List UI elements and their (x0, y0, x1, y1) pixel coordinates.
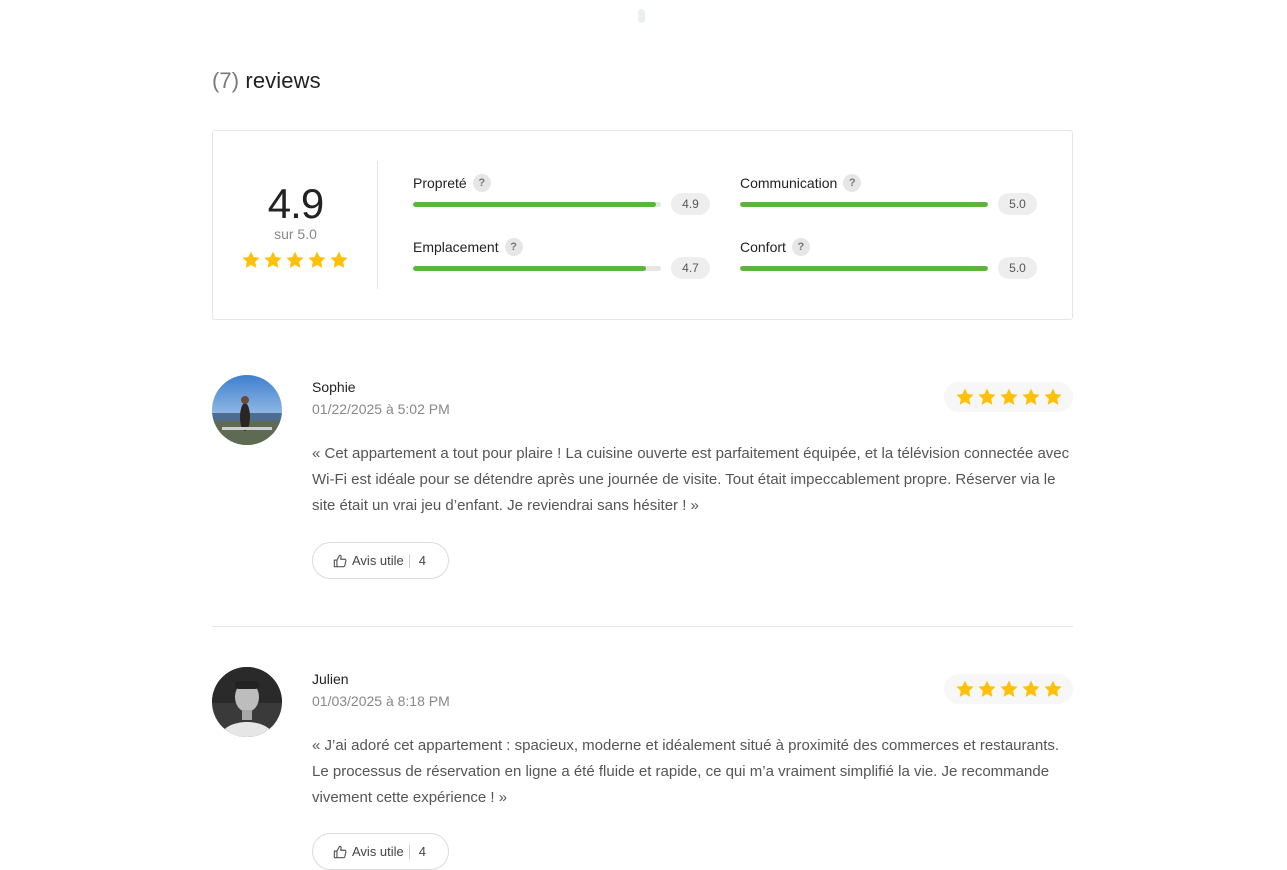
bar-track (413, 202, 661, 207)
bar-track (740, 202, 988, 207)
category-value: 5.0 (998, 257, 1037, 279)
helpful-separator (408, 553, 410, 568)
star-icon (263, 250, 283, 270)
star-icon (241, 250, 261, 270)
category-communication: Communication ? 5.0 (740, 173, 1040, 219)
reviews-count: (7) (212, 68, 240, 93)
star-icon (1043, 679, 1063, 699)
review-date: 01/22/2025 à 5:02 PM (312, 401, 450, 417)
star-icon (977, 679, 997, 699)
category-bar: 4.9 (413, 193, 713, 215)
star-icon (955, 387, 975, 407)
star-icon (999, 679, 1019, 699)
question-icon[interactable]: ? (791, 238, 810, 256)
review-divider (212, 626, 1073, 627)
avatar (212, 375, 282, 445)
question-icon[interactable]: ? (843, 174, 862, 192)
category-value: 4.9 (671, 193, 710, 215)
helpful-button[interactable]: Avis utile 4 (312, 542, 449, 579)
reviews-title: (7) reviews (212, 68, 321, 94)
bar-fill (740, 202, 988, 207)
overall-stars (241, 250, 349, 270)
bar-track (740, 266, 988, 271)
review-rating (944, 382, 1073, 412)
helpful-separator (408, 844, 410, 859)
scroll-handle (638, 9, 645, 23)
star-icon (955, 679, 975, 699)
helpful-count: 4 (418, 844, 427, 859)
bar-fill (740, 266, 988, 271)
reviews-label: reviews (245, 68, 321, 93)
review-rating (944, 674, 1073, 704)
helpful-label: Avis utile (352, 553, 404, 568)
question-icon[interactable]: ? (472, 174, 491, 192)
avatar (212, 667, 282, 737)
thumbs-up-icon (333, 845, 347, 859)
star-icon (1021, 387, 1041, 407)
star-icon (1021, 679, 1041, 699)
category-label: Communication (740, 175, 838, 191)
category-bar: 4.7 (413, 257, 713, 279)
star-icon (307, 250, 327, 270)
helpful-label: Avis utile (352, 844, 404, 859)
summary-divider (377, 161, 378, 289)
star-icon (977, 387, 997, 407)
reviewer-name: Sophie (312, 379, 356, 395)
reviewer-name: Julien (312, 671, 349, 687)
bar-track (413, 266, 661, 271)
overall-rating: 4.9 sur 5.0 (213, 131, 378, 319)
rating-summary-card: 4.9 sur 5.0 Propreté ? 4.9 Communication… (212, 130, 1073, 320)
helpful-button[interactable]: Avis utile 4 (312, 833, 449, 870)
category-confort: Confort ? 5.0 (740, 237, 1040, 283)
overall-scale: sur 5.0 (274, 226, 317, 242)
category-label: Confort (740, 239, 786, 255)
category-bar: 5.0 (740, 257, 1040, 279)
category-value: 4.7 (671, 257, 710, 279)
helpful-count: 4 (418, 553, 427, 568)
category-label: Emplacement (413, 239, 499, 255)
category-proprete: Propreté ? 4.9 (413, 173, 713, 219)
category-emplacement: Emplacement ? 4.7 (413, 237, 713, 283)
review-text: « J’ai adoré cet appartement : spacieux,… (312, 737, 1060, 806)
question-icon[interactable]: ? (504, 238, 523, 256)
category-bar: 5.0 (740, 193, 1040, 215)
star-icon (1043, 387, 1063, 407)
star-icon (999, 387, 1019, 407)
bar-fill (413, 202, 657, 207)
review-text: « Cet appartement a tout pour plaire ! L… (312, 445, 1070, 514)
overall-score: 4.9 (267, 180, 324, 227)
star-icon (285, 250, 305, 270)
category-value: 5.0 (998, 193, 1037, 215)
bar-fill (413, 266, 647, 271)
review-date: 01/03/2025 à 8:18 PM (312, 693, 450, 709)
star-icon (329, 250, 349, 270)
thumbs-up-icon (333, 554, 347, 568)
category-label: Propreté (413, 175, 467, 191)
